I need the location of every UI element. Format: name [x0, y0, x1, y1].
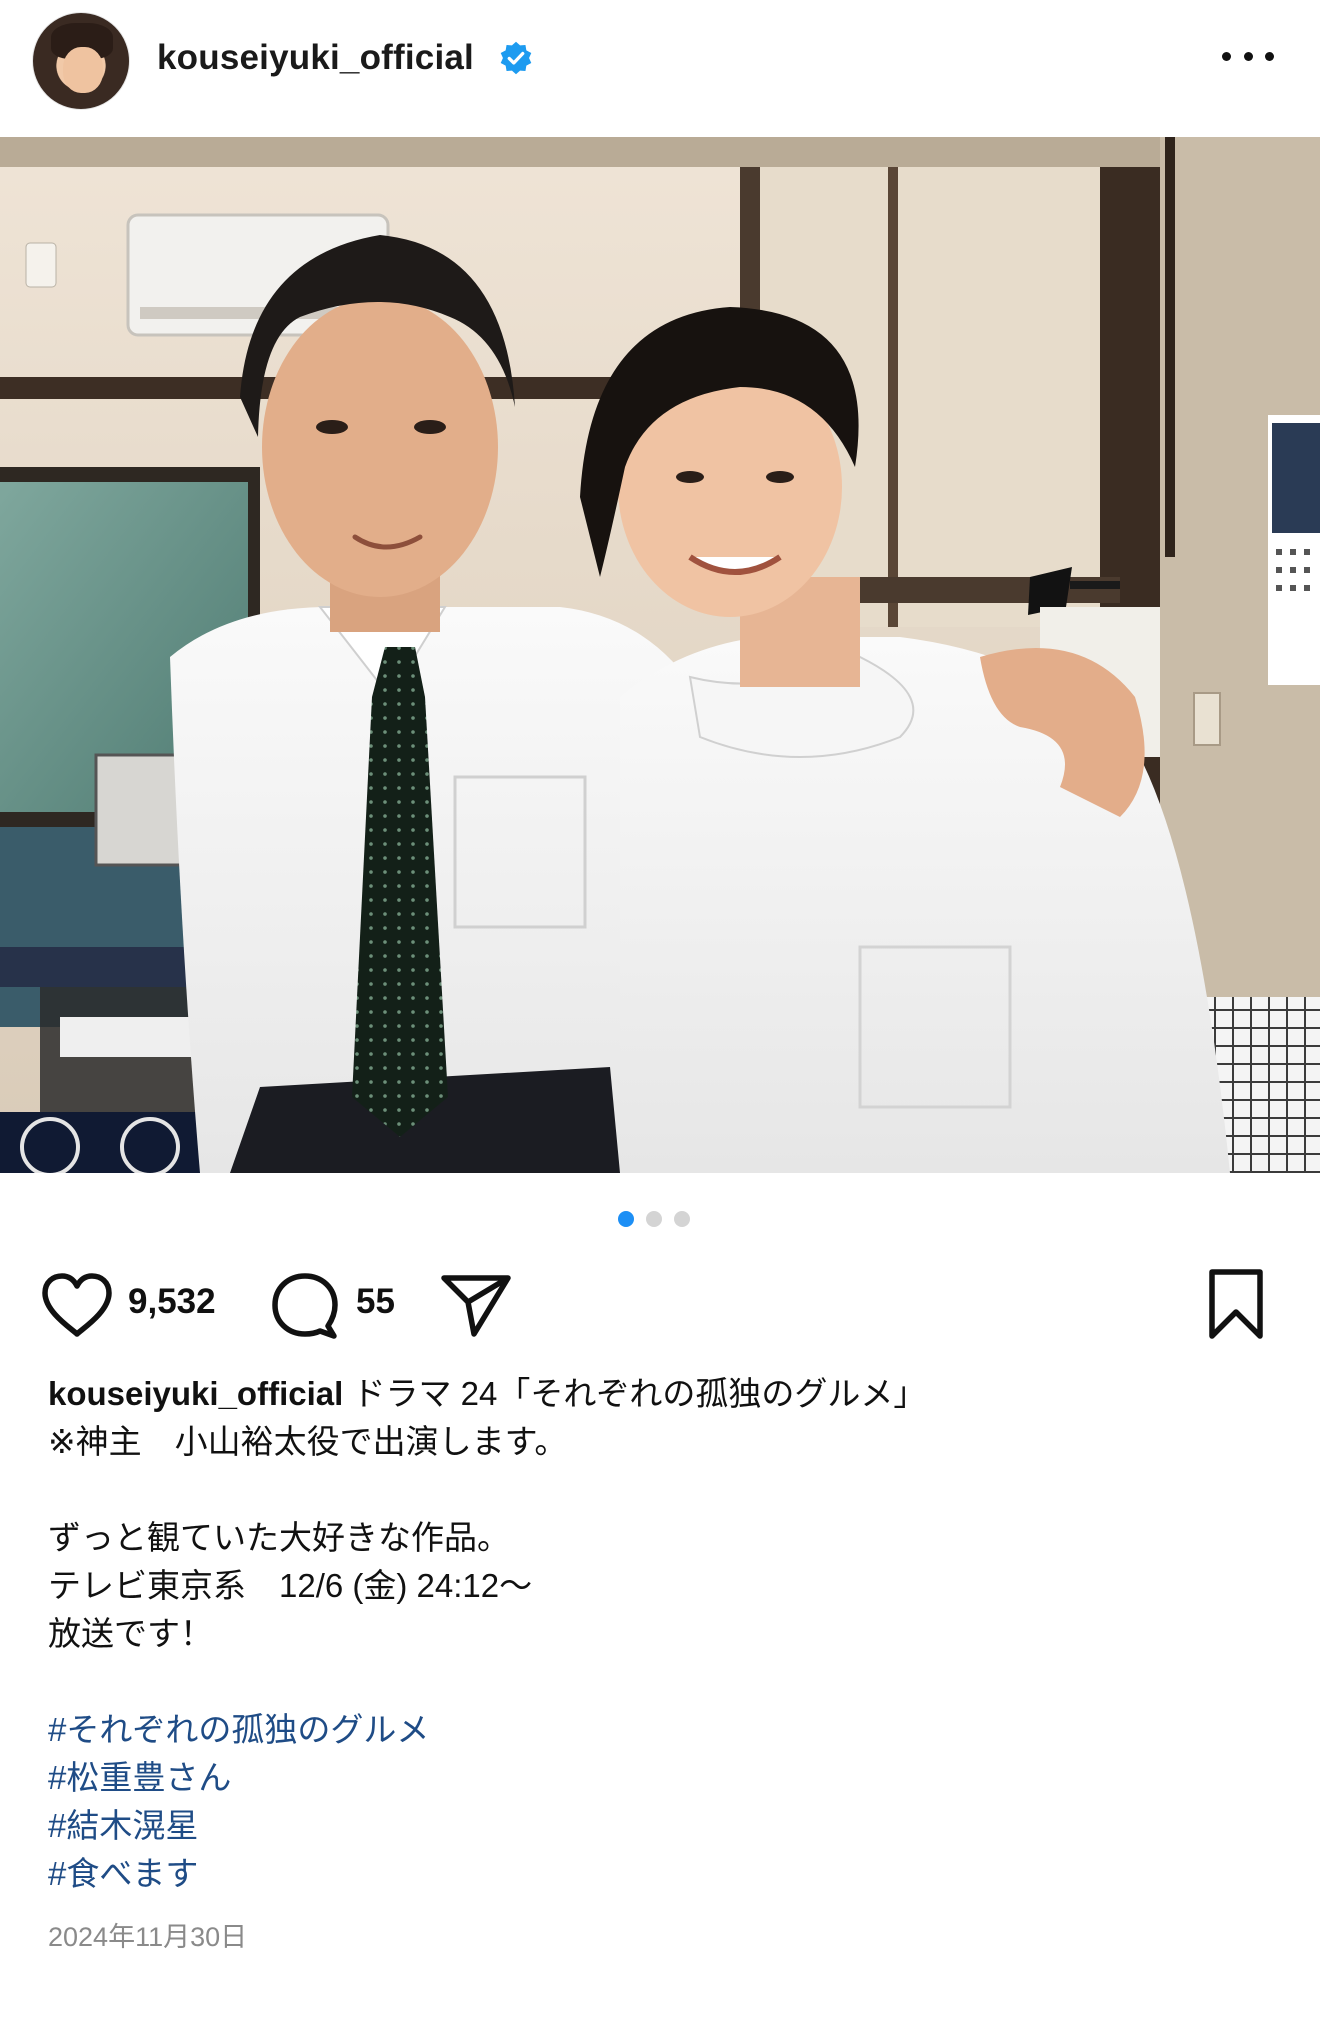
bookmark-icon[interactable]	[1206, 1268, 1266, 1340]
like-count[interactable]: 9,532	[128, 1282, 216, 1322]
caption-line: 放送です！	[48, 1615, 213, 1652]
caption-username[interactable]: kouseiyuki_official	[48, 1375, 343, 1412]
carousel-indicator	[618, 1210, 702, 1228]
heart-icon[interactable]	[40, 1272, 114, 1338]
verified-badge-icon	[500, 41, 532, 75]
caption-first-line: kouseiyuki_official ドラマ 24「それぞれの孤独のグルメ」	[48, 1370, 1278, 1418]
profile-avatar[interactable]	[32, 12, 130, 110]
caption-line	[48, 1466, 1278, 1514]
hashtag-link[interactable]: #松重豊さん	[48, 1754, 1278, 1802]
carousel-dot-active[interactable]	[618, 1211, 634, 1227]
comment-count[interactable]: 55	[356, 1282, 395, 1322]
caption-line: テレビ東京系 12/6 (金) 24:12〜	[48, 1567, 533, 1604]
caption-line	[48, 1658, 1278, 1706]
post-caption: kouseiyuki_official ドラマ 24「それぞれの孤独のグルメ」 …	[48, 1370, 1278, 1898]
hashtag-link[interactable]: #結木滉星	[48, 1802, 1278, 1850]
post-date: 2024年11月30日	[48, 1922, 248, 1952]
post-header: kouseiyuki_official	[0, 0, 1320, 137]
caption-line: ずっと観ていた大好きな作品。	[48, 1519, 510, 1556]
share-icon[interactable]	[440, 1270, 512, 1340]
more-options-icon[interactable]	[1222, 38, 1274, 74]
post-actions: 9,532 55	[0, 1258, 1320, 1348]
hashtag-link[interactable]: #それぞれの孤独のグルメ	[48, 1706, 1278, 1754]
post-photo[interactable]	[0, 137, 1320, 1173]
post-photo-image	[0, 137, 1320, 1173]
avatar-face	[63, 47, 103, 93]
caption-text: ドラマ 24「それぞれの孤独のグルメ」	[343, 1375, 927, 1412]
username[interactable]: kouseiyuki_official	[157, 38, 474, 78]
carousel-dot[interactable]	[674, 1211, 690, 1227]
caption-line: ※神主 小山裕太役で出演します。	[48, 1423, 568, 1460]
hashtag-link[interactable]: #食べます	[48, 1850, 1278, 1898]
carousel-dot[interactable]	[646, 1211, 662, 1227]
comment-icon[interactable]	[270, 1270, 340, 1340]
